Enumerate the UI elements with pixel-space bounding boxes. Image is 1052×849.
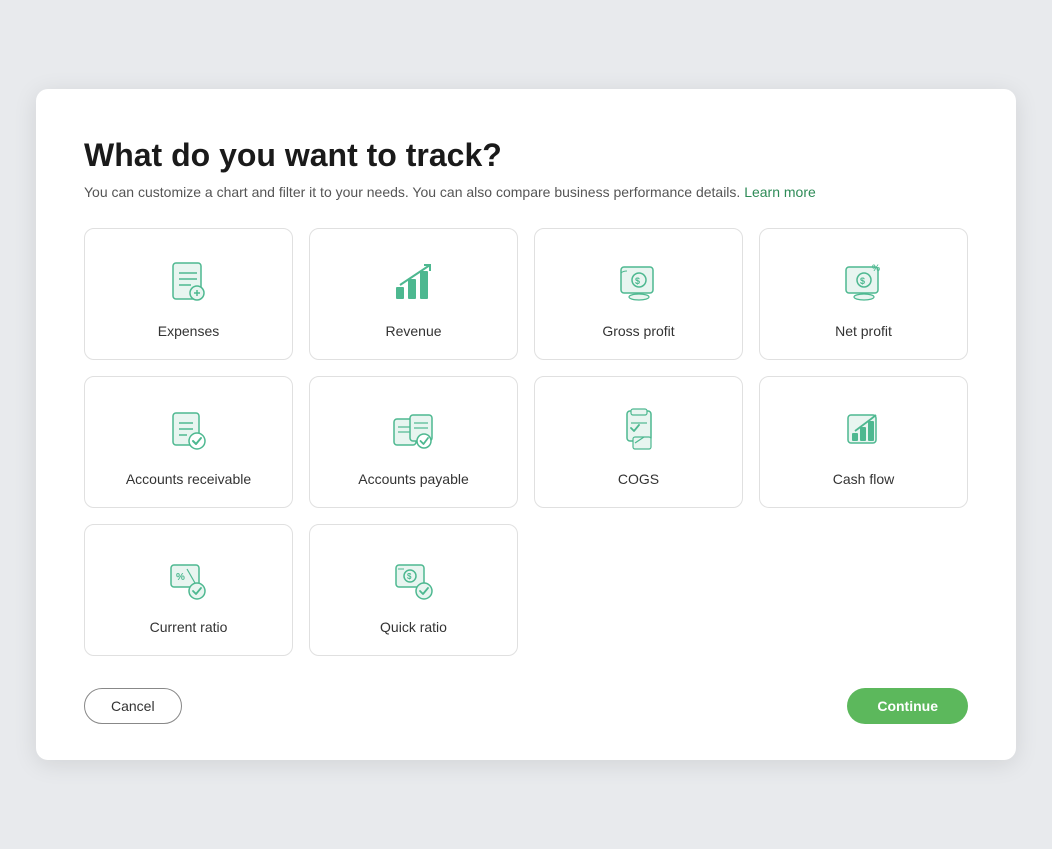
- continue-button[interactable]: Continue: [847, 688, 968, 724]
- card-accounts-receivable-label: Accounts receivable: [126, 471, 251, 487]
- card-accounts-payable[interactable]: Accounts payable: [309, 376, 518, 508]
- cards-grid-row2: Accounts receivable Accounts payable: [84, 376, 968, 508]
- card-net-profit[interactable]: $ % Net profit: [759, 228, 968, 360]
- cancel-button[interactable]: Cancel: [84, 688, 182, 724]
- card-gross-profit-label: Gross profit: [602, 323, 674, 339]
- card-current-ratio[interactable]: % Current ratio: [84, 524, 293, 656]
- svg-text:%: %: [176, 572, 185, 583]
- modal-subtitle: You can customize a chart and filter it …: [84, 184, 968, 200]
- card-quick-ratio-label: Quick ratio: [380, 619, 447, 635]
- card-revenue-label: Revenue: [385, 323, 441, 339]
- card-gross-profit[interactable]: $ Gross profit: [534, 228, 743, 360]
- accounts-payable-icon: [388, 405, 440, 457]
- svg-text:$: $: [635, 276, 640, 286]
- card-cash-flow[interactable]: Cash flow: [759, 376, 968, 508]
- modal-title: What do you want to track?: [84, 137, 968, 174]
- gross-profit-icon: $: [613, 257, 665, 309]
- svg-text:$: $: [407, 572, 412, 581]
- cash-flow-icon: [838, 405, 890, 457]
- card-placeholder-2: [759, 524, 968, 656]
- card-cash-flow-label: Cash flow: [833, 471, 894, 487]
- card-cogs-label: COGS: [618, 471, 659, 487]
- modal: What do you want to track? You can custo…: [36, 89, 1016, 760]
- svg-text:%: %: [872, 263, 880, 273]
- card-accounts-receivable[interactable]: Accounts receivable: [84, 376, 293, 508]
- cards-grid-row1: Expenses Revenue $: [84, 228, 968, 360]
- card-revenue[interactable]: Revenue: [309, 228, 518, 360]
- card-net-profit-label: Net profit: [835, 323, 892, 339]
- card-accounts-payable-label: Accounts payable: [358, 471, 469, 487]
- cogs-icon: [613, 405, 665, 457]
- card-expenses[interactable]: Expenses: [84, 228, 293, 360]
- card-quick-ratio[interactable]: $ Quick ratio: [309, 524, 518, 656]
- quick-ratio-icon: $: [388, 553, 440, 605]
- expenses-icon: [163, 257, 215, 309]
- card-expenses-label: Expenses: [158, 323, 219, 339]
- accounts-receivable-icon: [163, 405, 215, 457]
- net-profit-icon: $ %: [838, 257, 890, 309]
- learn-more-link[interactable]: Learn more: [744, 184, 816, 200]
- svg-text:$: $: [860, 276, 865, 286]
- current-ratio-icon: %: [163, 553, 215, 605]
- modal-footer: Cancel Continue: [84, 688, 968, 724]
- card-cogs[interactable]: COGS: [534, 376, 743, 508]
- card-placeholder-1: [534, 524, 743, 656]
- revenue-icon: [388, 257, 440, 309]
- card-current-ratio-label: Current ratio: [150, 619, 228, 635]
- cards-grid-row3: % Current ratio $ Quick ratio: [84, 524, 968, 656]
